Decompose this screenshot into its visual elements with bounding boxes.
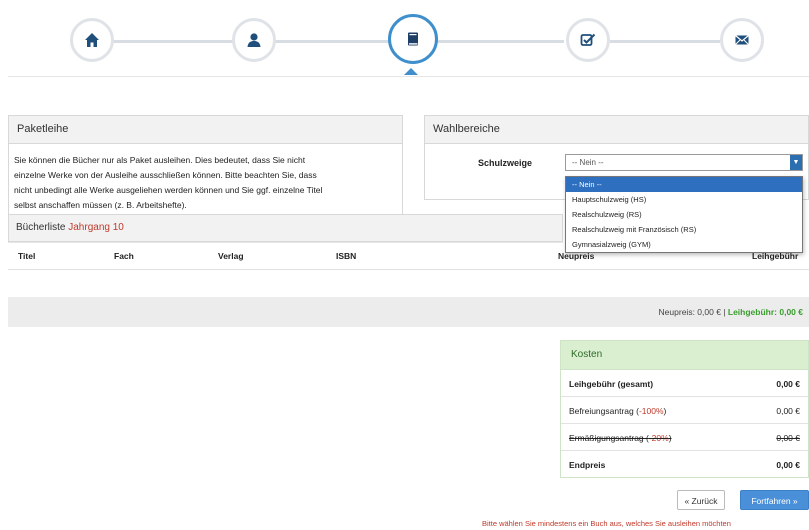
paketleihe-title: Paketleihe xyxy=(9,116,402,144)
dropdown-option[interactable]: Hauptschulzweig (HS) xyxy=(566,192,802,207)
wahlbereiche-title: Wahlbereiche xyxy=(425,116,808,144)
wizard-step-check[interactable] xyxy=(566,18,610,62)
kosten-row-endpreis: Endpreis 0,00 € xyxy=(569,460,800,470)
wizard-step-mail[interactable] xyxy=(720,18,764,62)
checklist-icon xyxy=(580,33,596,46)
validation-message: Bitte wählen Sie mindestens ein Buch aus… xyxy=(482,519,731,528)
chevron-down-icon[interactable]: ▼ xyxy=(790,155,802,170)
wizard-progress-line xyxy=(610,40,720,43)
col-fach[interactable]: Fach xyxy=(114,251,134,261)
envelope-icon xyxy=(735,35,749,45)
book-summary-row: Neupreis: 0,00 € | Leihgebühr: 0,00 € xyxy=(8,297,809,327)
wizard-step-books[interactable] xyxy=(388,14,438,64)
home-icon xyxy=(85,33,99,47)
wizard-step-home[interactable] xyxy=(70,18,114,62)
kosten-row-befreiung: Befreiungsantrag (-100%) 0,00 € xyxy=(561,397,808,424)
book-table-header: Titel Fach Verlag ISBN Neupreis Leihgebü… xyxy=(8,243,809,270)
paketleihe-text: Sie können die Bücher nur als Paket ausl… xyxy=(14,155,323,210)
grade-label: Jahrgang 10 xyxy=(68,222,124,233)
back-button[interactable]: « Zurück xyxy=(677,490,725,510)
dropdown-option[interactable]: -- Nein -- xyxy=(566,177,802,192)
select-value: -- Nein -- xyxy=(572,158,604,167)
wizard-step-user[interactable] xyxy=(232,18,276,62)
col-leihgebuehr[interactable]: Leihgebühr xyxy=(752,251,798,261)
kosten-row-leihgebuehr: Leihgebühr (gesamt) 0,00 € xyxy=(561,370,808,397)
divider xyxy=(8,76,809,77)
summary-text: Neupreis: 0,00 € | Leihgebühr: 0,00 € xyxy=(658,307,803,317)
col-titel[interactable]: Titel xyxy=(18,251,35,261)
wizard-progress-line xyxy=(112,40,564,43)
dropdown-option[interactable]: Realschulzweig mit Französisch (RS) xyxy=(566,222,802,237)
kosten-panel: Kosten Leihgebühr (gesamt) 0,00 € Befrei… xyxy=(560,340,809,478)
kosten-title: Kosten xyxy=(561,341,808,370)
kosten-row-ermaessigung: Ermäßigungsantrag (-20%) 0,00 € xyxy=(561,424,808,451)
dropdown-option[interactable]: Realschulzweig (RS) xyxy=(566,207,802,222)
col-verlag[interactable]: Verlag xyxy=(218,251,244,261)
book-icon xyxy=(408,32,418,46)
buecherliste-title: Bücherliste Jahrgang 10 xyxy=(16,222,124,233)
active-step-caret xyxy=(404,68,418,75)
schulzweige-select[interactable]: -- Nein -- ▼ xyxy=(565,154,803,171)
col-isbn[interactable]: ISBN xyxy=(336,251,356,261)
user-icon xyxy=(247,33,261,47)
continue-button[interactable]: Fortfahren » xyxy=(740,490,809,510)
schulzweige-label: Schulzweige xyxy=(478,158,533,168)
col-neupreis[interactable]: Neupreis xyxy=(558,251,594,261)
